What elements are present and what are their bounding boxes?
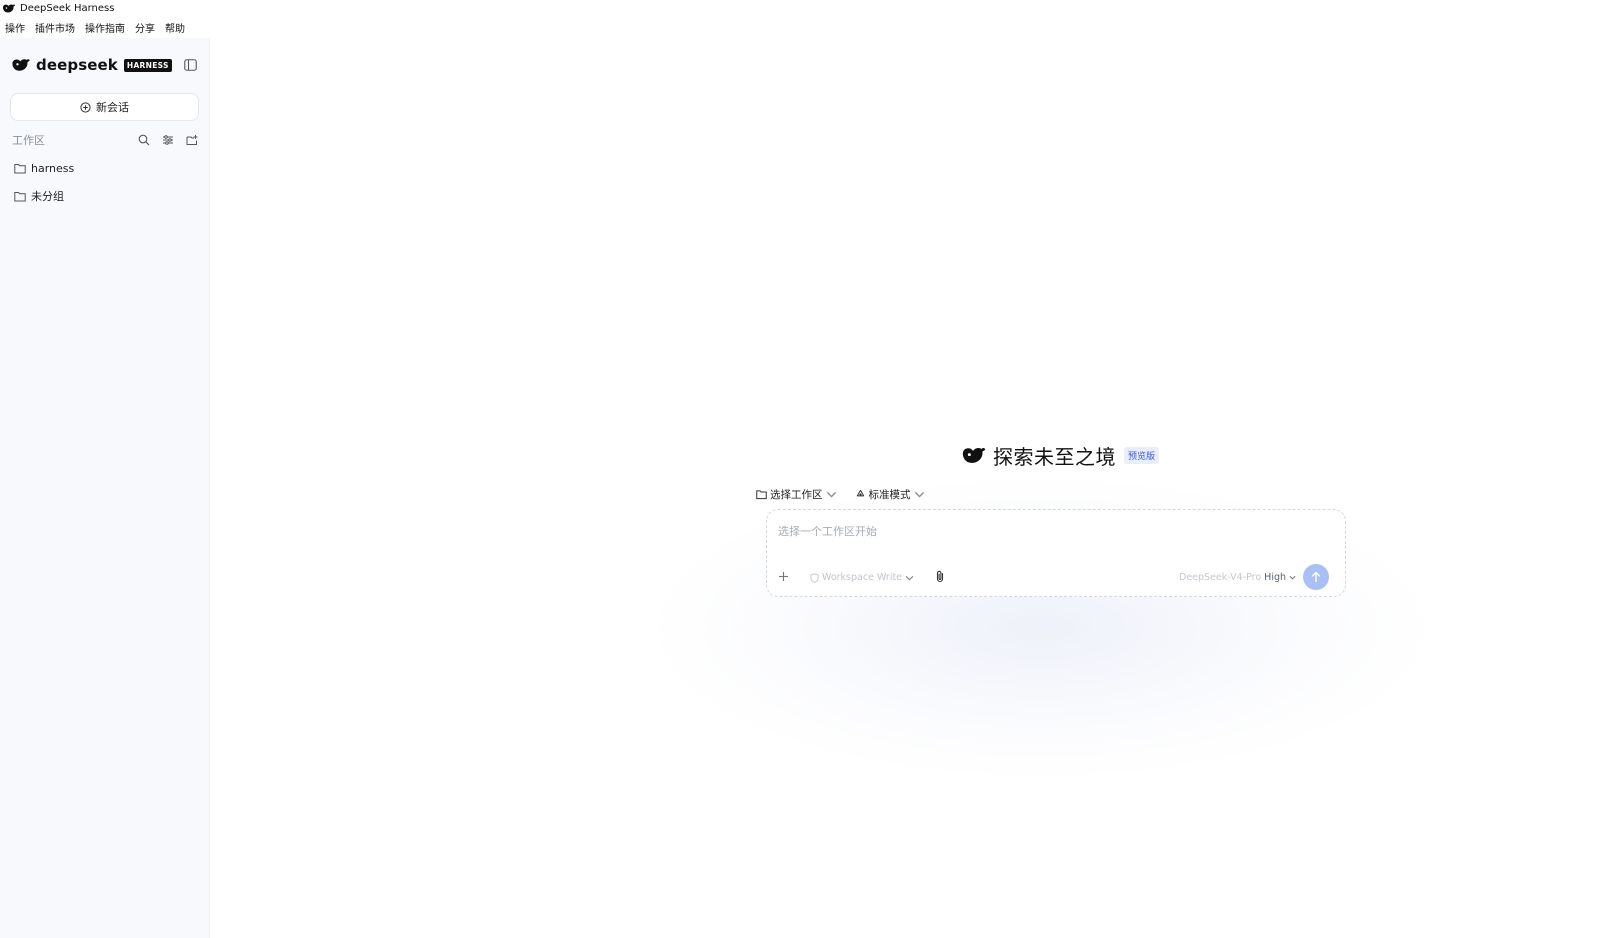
composer-box: Workspace Write DeepSeek-V4-Pro High — [766, 509, 1346, 597]
sidebar-toggle-button[interactable] — [183, 58, 197, 72]
paperclip-icon — [936, 570, 943, 582]
menu-item-share[interactable]: 分享 — [135, 20, 155, 35]
title-bar: DeepSeek Harness — [0, 0, 1600, 17]
plus-icon — [779, 572, 788, 581]
main-area: 探索未至之境 预览版 选择工作区 标准模式 选择一个工作区开始 Workspac… — [211, 38, 1600, 938]
folder-item-harness[interactable]: harness — [14, 159, 198, 177]
folder-icon — [756, 489, 767, 499]
permission-label: Workspace Write — [822, 572, 903, 583]
menu-item-help[interactable]: 帮助 — [165, 20, 185, 35]
arrow-up-icon — [1311, 571, 1321, 583]
whale-logo-icon — [962, 447, 986, 463]
window-title: DeepSeek Harness — [20, 3, 115, 14]
new-chat-label: 新会话 — [96, 101, 129, 114]
shield-icon — [810, 572, 819, 583]
preview-badge: 预览版 — [1124, 446, 1160, 464]
search-workspace-button[interactable] — [138, 134, 150, 146]
model-level: High — [1264, 572, 1287, 583]
folder-icon — [14, 191, 26, 201]
recycle-icon — [856, 489, 864, 496]
folder-label: harness — [31, 161, 75, 175]
permission-select[interactable]: Workspace Write — [810, 571, 914, 584]
menu-item-plugin-market[interactable]: 插件市场 — [35, 20, 75, 35]
brand-name: deepseek — [36, 56, 118, 74]
message-input[interactable] — [778, 522, 1318, 540]
folder-icon — [14, 163, 26, 173]
sidebar: deepseek HARNESS 新会话 工作区 harness 未分组 — [0, 38, 210, 938]
mode-select-label: 标准模式 — [868, 488, 911, 501]
workspace-header: 工作区 — [12, 132, 198, 148]
sliders-icon — [163, 135, 173, 145]
folder-item-ungrouped[interactable]: 未分组 — [14, 187, 198, 205]
chevron-down-icon — [1289, 575, 1296, 580]
workspace-title: 工作区 — [12, 134, 45, 147]
menu-item-actions[interactable]: 操作 — [5, 20, 25, 35]
whale-logo-icon — [3, 4, 15, 13]
send-button[interactable] — [1303, 564, 1329, 590]
folder-label: 未分组 — [31, 190, 64, 203]
menu-item-guide[interactable]: 操作指南 — [85, 20, 125, 35]
workspace-select[interactable]: 选择工作区 — [756, 487, 837, 502]
model-select[interactable]: DeepSeek-V4-Pro High — [1179, 571, 1296, 584]
add-button[interactable] — [777, 570, 790, 583]
chevron-down-icon — [905, 575, 914, 580]
attach-button[interactable] — [933, 569, 946, 583]
composer-options: 选择工作区 标准模式 — [756, 486, 925, 502]
add-workspace-button[interactable] — [186, 134, 198, 146]
menu-bar: 操作 插件市场 操作指南 分享 帮助 — [0, 18, 1600, 36]
sidebar-toggle-icon — [183, 59, 197, 71]
brand-badge: HARNESS — [123, 58, 172, 72]
chevron-down-icon — [914, 491, 924, 498]
plus-circle-icon — [80, 101, 91, 113]
whale-logo-icon — [12, 59, 30, 71]
search-icon — [138, 134, 150, 146]
chevron-down-icon — [826, 491, 836, 498]
add-folder-icon — [186, 135, 198, 145]
mode-select[interactable]: 标准模式 — [855, 487, 925, 502]
filter-workspace-button[interactable] — [162, 134, 174, 146]
hero-title: 探索未至之境 — [993, 444, 1116, 469]
model-name: DeepSeek-V4-Pro — [1179, 572, 1262, 583]
brand-logo: deepseek HARNESS — [11, 55, 172, 75]
new-chat-button[interactable]: 新会话 — [10, 93, 199, 121]
workspace-select-label: 选择工作区 — [770, 488, 823, 501]
hero-heading: 探索未至之境 预览版 — [961, 442, 1160, 469]
